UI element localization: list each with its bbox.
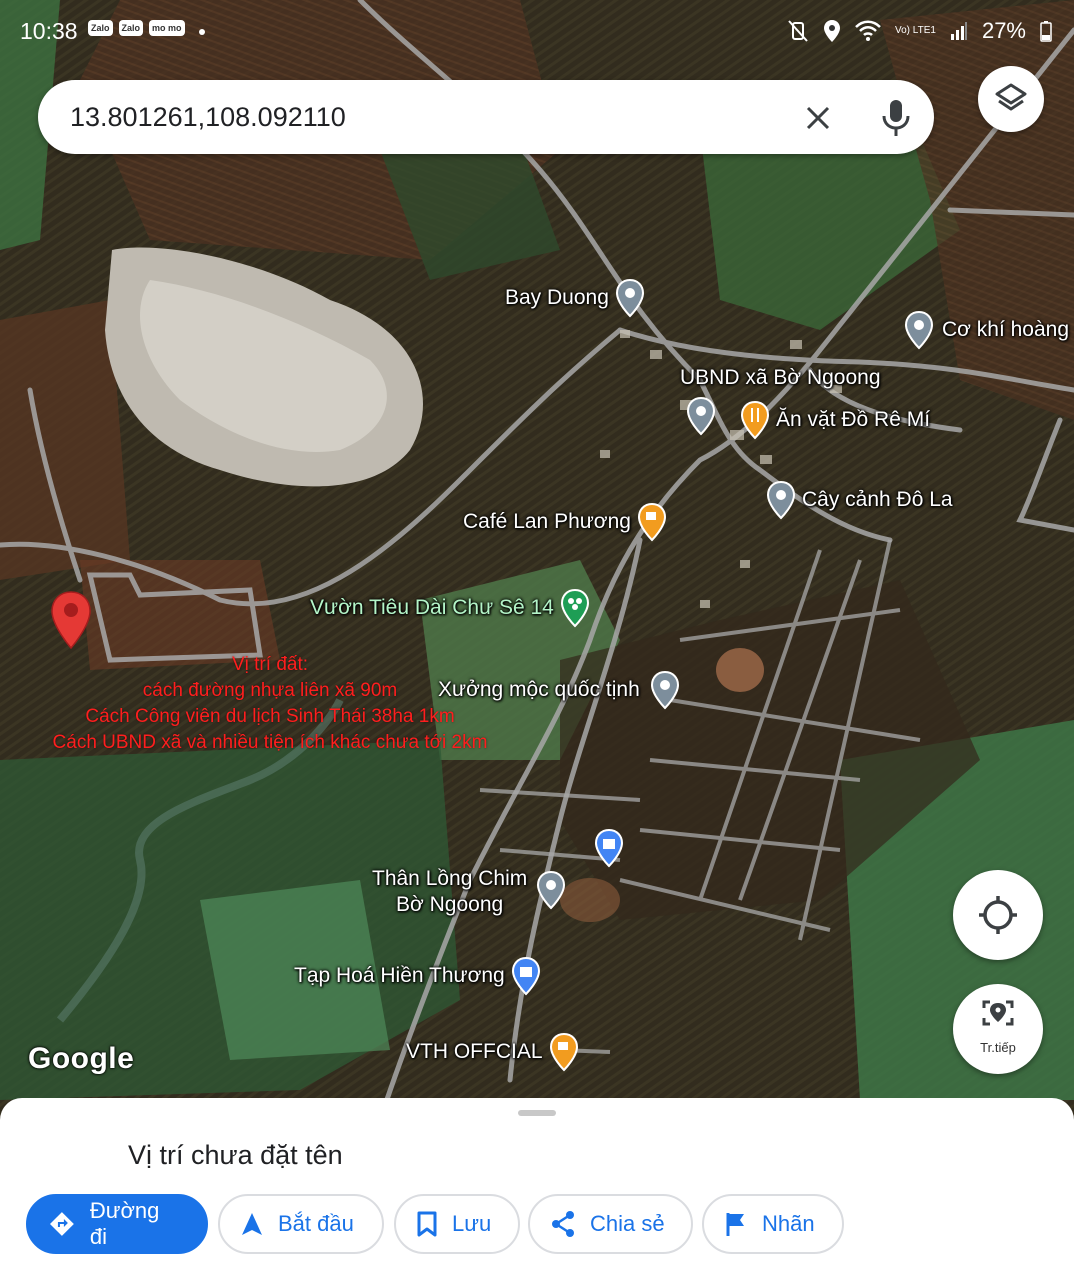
battery-charging-icon (1040, 21, 1052, 42)
poi-label: Cây cảnh Đô La (802, 488, 953, 511)
cafe-icon (549, 1032, 578, 1072)
pin-icon (615, 278, 644, 318)
directions-button[interactable]: Đường đi (26, 1194, 208, 1254)
search-bar[interactable]: 13.801261,108.092110 (38, 80, 934, 154)
poi-co-khi-hoang[interactable]: Cơ khí hoàng (904, 310, 1069, 350)
vibrate-mute-icon (788, 20, 808, 42)
follow-button[interactable]: Tr.tiếp (953, 984, 1043, 1074)
zalo-icon: Zalo (88, 20, 113, 36)
note-line: Cách UBND xã và nhiều tiện ích khác chưa… (52, 732, 488, 753)
poi-vth-offcial[interactable]: VTH OFFCIAL (406, 1032, 579, 1072)
google-logo: Google (28, 1042, 135, 1075)
start-label: Bắt đầu (278, 1211, 354, 1236)
status-time: 10:38 (20, 18, 78, 44)
directions-label: Đường đi (89, 1198, 160, 1249)
poi-label: Ăn vặt Đồ Rê Mí (776, 408, 931, 431)
layers-button[interactable] (978, 66, 1044, 132)
directions-icon (49, 1212, 74, 1236)
crosshair-icon (979, 896, 1017, 934)
poi-bay-duong[interactable]: Bay Duong (505, 278, 645, 318)
restaurant-icon (740, 400, 770, 440)
my-location-button[interactable] (953, 870, 1043, 960)
pin-icon (904, 310, 934, 350)
note-line: Cách Công viên du lịch Sinh Thái 38ha 1k… (85, 706, 455, 727)
pin-icon (650, 670, 679, 710)
land-annotation: Vị trí đất: cách đường nhựa liên xã 90m … (10, 652, 530, 756)
dropped-pin-icon[interactable] (50, 590, 92, 650)
wifi-icon (855, 20, 881, 41)
navigation-frame-icon (982, 1000, 1014, 1026)
pin-icon (766, 480, 796, 520)
poi-label: UBND xã Bờ Ngoong (680, 366, 881, 389)
location-icon (824, 20, 840, 42)
drag-handle[interactable] (518, 1110, 556, 1116)
momo-icon: mo mo (149, 20, 185, 36)
poi-an-vat[interactable]: Ăn vặt Đồ Rê Mí (740, 400, 930, 440)
poi-label: Cơ khí hoàng (942, 318, 1070, 341)
poi-tap-hoa[interactable]: Tạp Hoá Hiền Thương (294, 956, 541, 996)
poi-label: Tạp Hoá Hiền Thương (294, 964, 505, 987)
poi-label: Café Lan Phương (463, 510, 631, 533)
status-right: Vo) LTE1 27% (787, 18, 1052, 44)
cafe-icon (637, 502, 666, 542)
label-label: Nhãn (762, 1211, 815, 1236)
shopping-bag-icon (511, 956, 540, 996)
battery-percent: 27% (981, 18, 1026, 43)
bookmark-icon (417, 1211, 437, 1237)
pin-icon[interactable] (536, 870, 566, 910)
poi-cay-canh[interactable]: Cây cảnh Đô La (766, 480, 953, 520)
shopping-bag-icon[interactable] (594, 828, 624, 868)
follow-label: Tr.tiếp (980, 1040, 1016, 1055)
save-label: Lưu (452, 1211, 492, 1236)
signal-icon (950, 22, 967, 40)
label-button[interactable]: Nhãn (702, 1194, 844, 1254)
map-imagery (0, 0, 1074, 1120)
poi-label-line2: Bờ Ngoong (396, 893, 504, 916)
pin-icon[interactable] (686, 396, 716, 436)
layers-icon (995, 83, 1027, 111)
poi-cafe-lan-phuong[interactable]: Café Lan Phương (463, 502, 667, 542)
clear-icon[interactable] (798, 98, 838, 138)
note-line: cách đường nhựa liên xã 90m (142, 680, 398, 701)
navigation-icon (242, 1213, 262, 1235)
save-button[interactable]: Lưu (394, 1194, 520, 1254)
share-icon (552, 1211, 574, 1237)
poi-vuon-tieu[interactable]: Vườn Tiêu Dài Chư Sê 14 (310, 588, 590, 628)
poi-than-long-chim[interactable]: Thân Lồng Chim Bờ Ngoong (372, 866, 527, 918)
place-sheet[interactable]: Vị trí chưa đặt tên Đường đi Bắt đầu Lưu… (0, 1098, 1074, 1280)
poi-ubnd-label[interactable]: UBND xã Bờ Ngoong (680, 366, 881, 390)
start-button[interactable]: Bắt đầu (218, 1194, 384, 1254)
search-input[interactable]: 13.801261,108.092110 (70, 102, 346, 133)
poi-label: Vườn Tiêu Dài Chư Sê 14 (310, 596, 554, 619)
place-title: Vị trí chưa đặt tên (128, 1140, 343, 1170)
share-button[interactable]: Chia sẻ (528, 1194, 693, 1254)
poi-label: Thân Lồng Chim (372, 867, 528, 890)
flag-icon (726, 1213, 744, 1236)
more-dot-icon (198, 29, 205, 35)
network-label: Vo) LTE1 (895, 25, 936, 36)
poi-label: VTH OFFCIAL (406, 1040, 543, 1063)
share-label: Chia sẻ (590, 1211, 665, 1236)
status-bar: 10:38 Zalo Zalo mo mo Vo) LTE1 27% (0, 0, 1074, 64)
notification-icons: Zalo Zalo mo mo (88, 20, 205, 36)
satellite-map[interactable]: 10:38 Zalo Zalo mo mo Vo) LTE1 27% 13.80… (0, 0, 1074, 1120)
poi-label: Bay Duong (505, 286, 609, 309)
park-icon (560, 588, 589, 628)
zalo-icon: Zalo (118, 20, 144, 36)
note-line: Vị trí đất: (231, 654, 309, 675)
microphone-icon[interactable] (876, 96, 916, 140)
